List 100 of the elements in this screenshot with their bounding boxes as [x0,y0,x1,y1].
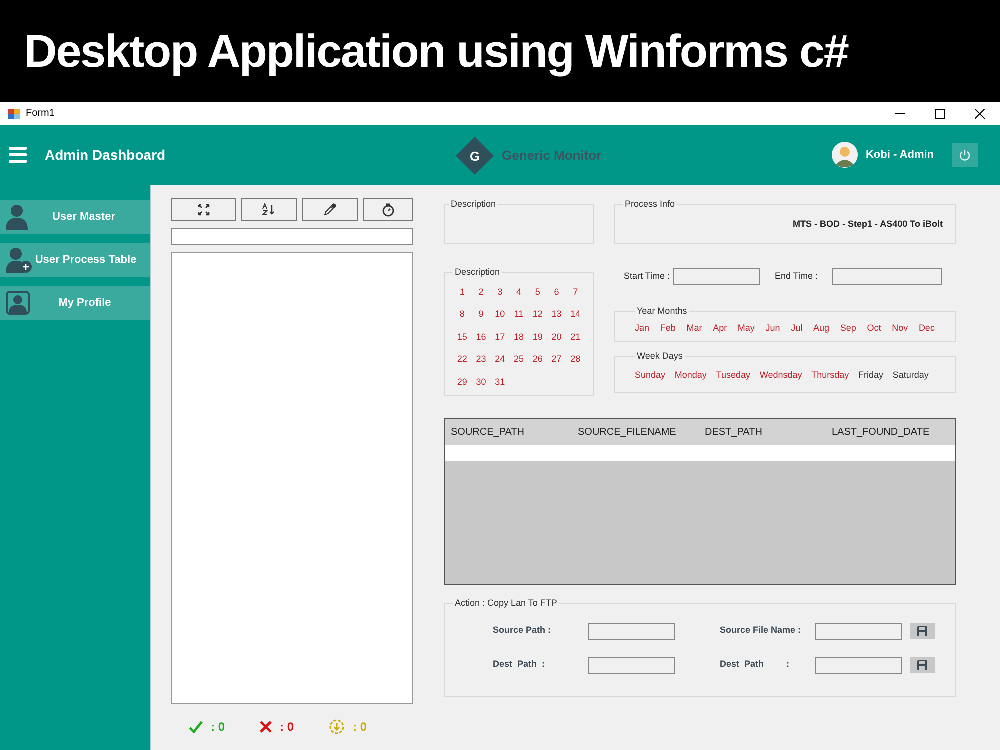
month-option[interactable]: Jul [791,322,803,335]
expand-icon [198,204,210,216]
search-field[interactable] [171,228,413,245]
close-icon [975,108,985,118]
menu-button[interactable] [9,147,27,163]
sidebar-item[interactable]: User Master [0,200,150,234]
end-time-label: End Time : [775,270,818,283]
day-option[interactable]: 14 [566,308,585,322]
column-header[interactable]: SOURCE_PATH [451,424,578,440]
day-option[interactable]: 3 [490,286,510,299]
process-info-value: MTS - BOD - Step1 - AS400 To iBolt [792,218,943,231]
user-add-icon [6,247,32,273]
month-option[interactable]: Feb [660,322,676,335]
menu-icon [9,147,27,163]
day-option[interactable]: 4 [510,286,528,299]
weekday-option[interactable]: Wednsday [760,368,802,382]
day-option[interactable]: 2 [472,286,491,299]
save-icon [917,626,928,636]
toolbar-button[interactable] [302,198,358,221]
month-option[interactable]: Oct [867,322,882,335]
power-button[interactable] [952,143,978,167]
day-option[interactable]: 16 [472,330,491,344]
weekday-option[interactable]: Saturday [892,368,929,382]
day-option[interactable]: 30 [472,376,491,389]
user-icon [6,204,28,230]
group-title: Description [450,198,498,211]
save-button[interactable] [910,623,935,639]
day-option[interactable]: 19 [528,330,548,344]
save-icon [917,660,928,670]
field-label: Source Path : [493,624,552,638]
sort-icon [262,203,276,216]
weekday-option[interactable]: Sunday [635,368,666,382]
app-icon [8,108,20,118]
path-field[interactable] [588,656,675,674]
month-option[interactable]: Apr [713,322,728,335]
column-header[interactable]: SOURCE_FILENAME [578,424,705,440]
day-option[interactable]: 11 [510,308,528,322]
day-option[interactable]: 24 [490,353,510,366]
group-title: Description [454,266,502,279]
day-option[interactable]: 10 [490,308,510,322]
stopwatch-icon [382,202,394,216]
day-option[interactable]: 22 [453,353,472,366]
month-option[interactable]: May [738,322,755,335]
toolbar-button[interactable] [241,198,297,221]
logo-icon: G [456,137,494,175]
month-option[interactable]: Nov [892,322,908,335]
sidebar-item[interactable]: User Process Table [0,243,150,277]
group-title: Action : Copy Lan To FTP [454,597,558,610]
group-title: Process Info [624,198,676,211]
day-option[interactable]: 23 [472,353,491,366]
day-option[interactable]: 12 [528,308,548,322]
start-time-field[interactable] [673,268,760,285]
path-field[interactable] [815,622,902,640]
day-option[interactable]: 20 [547,330,566,344]
month-option[interactable]: Jan [635,322,650,335]
day-option[interactable]: 8 [453,308,472,322]
column-header[interactable]: DEST_PATH [705,424,832,440]
user-name: Kobi - Admin [866,148,934,163]
day-option[interactable]: 1 [453,286,472,299]
day-option[interactable]: 26 [528,353,548,366]
power-icon [959,149,971,161]
day-option[interactable]: 18 [510,330,528,344]
day-option[interactable]: 7 [566,286,585,299]
day-option[interactable]: 21 [566,330,585,344]
month-option[interactable]: Jun [766,322,780,335]
weekday-option[interactable]: Friday [858,368,884,382]
minimize-icon [895,112,905,114]
day-option[interactable]: 29 [453,376,472,389]
day-option[interactable]: 13 [547,308,566,322]
day-option[interactable]: 17 [490,330,510,344]
day-option[interactable]: 27 [547,353,566,366]
avatar-icon [832,142,858,168]
window-title: Form1 [26,107,55,121]
group-title: Week Days [636,350,684,363]
path-field[interactable] [815,656,902,674]
day-option[interactable]: 15 [453,330,472,344]
app-name: Generic Monitor [502,147,602,166]
month-option[interactable]: Dec [918,322,935,335]
toolbar-button[interactable] [171,198,236,221]
month-option[interactable]: Mar [686,322,702,335]
day-option[interactable]: 31 [490,376,510,389]
day-option[interactable]: 6 [547,286,566,299]
path-field[interactable] [588,622,675,640]
day-option[interactable]: 25 [510,353,528,366]
day-option[interactable]: 9 [472,308,491,322]
sidebar-item[interactable]: My Profile [0,286,150,320]
toolbar-button[interactable] [363,198,413,221]
weekday-option[interactable]: Monday [674,368,707,382]
save-button[interactable] [910,657,935,673]
column-header[interactable]: LAST_FOUND_DATE [832,424,952,440]
field-label: Source File Name : [720,624,802,638]
banner-title: Desktop Application using Winforms c# [24,24,848,79]
weekday-option[interactable]: Thursday [812,368,850,382]
weekday-option[interactable]: Tuseday [716,368,750,382]
end-time-field[interactable] [832,268,942,285]
month-option[interactable]: Aug [814,322,830,335]
month-option[interactable]: Sep [840,322,856,335]
day-option[interactable]: 5 [528,286,548,299]
maximize-icon [935,108,945,118]
day-option[interactable]: 28 [566,353,585,366]
